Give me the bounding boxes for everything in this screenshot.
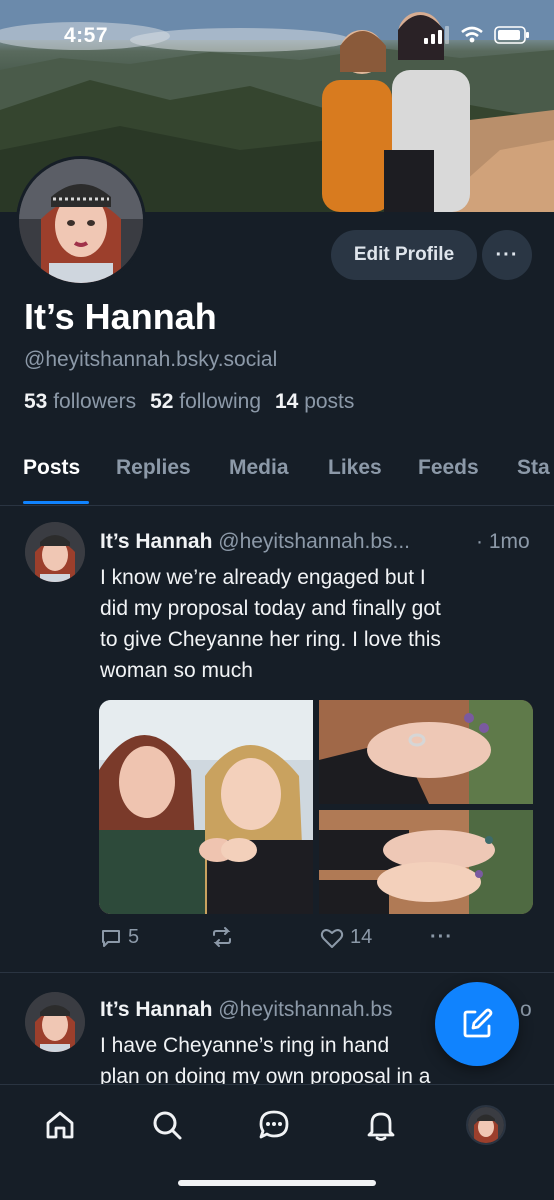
post-text-line: I know we’re already engaged but I <box>100 566 426 589</box>
tab-feeds[interactable]: Feeds <box>418 456 479 480</box>
post-text-line: to give Cheyanne her ring. I love this <box>100 628 441 651</box>
reply-button[interactable]: 5 <box>100 926 139 949</box>
compose-button[interactable] <box>435 982 519 1066</box>
status-icons <box>424 26 530 44</box>
followers-stat[interactable]: 53 followers <box>24 390 136 414</box>
nav-notifications[interactable] <box>361 1105 401 1145</box>
nav-home[interactable] <box>40 1105 80 1145</box>
compose-icon <box>463 1008 493 1038</box>
post-media-grid <box>99 700 533 914</box>
like-button[interactable]: 14 <box>320 926 372 949</box>
post-author-name[interactable]: It’s Hannah <box>100 998 212 1021</box>
post-image[interactable] <box>319 700 533 804</box>
profile-handle: @heyitshannah.bsky.social <box>24 348 278 371</box>
post-header: It’s Hannah @heyitshannah.bs o <box>100 998 532 1022</box>
bell-icon <box>367 1112 395 1141</box>
post-more-button[interactable]: ··· <box>430 926 453 949</box>
more-icon: ··· <box>495 243 519 266</box>
wifi-icon <box>461 26 483 43</box>
avatar-image <box>25 522 85 582</box>
search-icon <box>153 1111 182 1140</box>
post-text-line: woman so much <box>100 659 253 682</box>
edit-profile-button[interactable]: Edit Profile <box>331 230 477 280</box>
tab-starter-packs[interactable]: Sta <box>517 456 550 480</box>
home-indicator <box>178 1180 376 1186</box>
tab-replies[interactable]: Replies <box>116 456 191 480</box>
post-time[interactable]: o <box>520 998 532 1022</box>
post-author-name[interactable]: It’s Hannah <box>100 530 212 553</box>
heart-icon <box>320 928 344 948</box>
nav-chat[interactable] <box>254 1105 294 1145</box>
profile-more-button[interactable]: ··· <box>482 230 532 280</box>
avatar-image <box>25 992 85 1052</box>
reply-count: 5 <box>128 926 140 948</box>
nav-search[interactable] <box>147 1105 187 1145</box>
profile-stats: 53 followers 52 following 14 posts <box>24 390 354 414</box>
post-author-handle[interactable]: @heyitshannah.bs <box>218 998 392 1021</box>
posts-label: posts <box>304 390 355 413</box>
post-time[interactable]: · 1mo <box>476 530 530 554</box>
profile-avatar[interactable] <box>16 156 146 286</box>
repost-icon <box>213 927 231 947</box>
chat-icon <box>259 1110 289 1139</box>
avatar-image <box>19 159 143 283</box>
battery-icon <box>494 26 529 44</box>
display-name: It’s Hannah <box>24 296 217 337</box>
followers-count: 53 <box>24 390 48 413</box>
following-stat[interactable]: 52 following <box>150 390 261 414</box>
like-count: 14 <box>350 926 373 948</box>
signal-icon <box>424 26 449 44</box>
post-text-line: did my proposal today and finally got <box>100 597 441 620</box>
reply-icon <box>102 929 120 947</box>
profile-tabs: Posts Replies Media Likes Feeds Sta <box>0 440 554 506</box>
ring-hand-photo <box>319 700 533 804</box>
post-author-handle[interactable]: @heyitshannah.bs... <box>218 530 410 553</box>
avatar-image <box>468 1107 504 1143</box>
posts-count: 14 <box>275 390 299 413</box>
post-author-avatar[interactable] <box>25 522 85 582</box>
post-header: It’s Hannah @heyitshannah.bs... · 1mo <box>100 530 530 554</box>
tab-likes[interactable]: Likes <box>328 456 382 480</box>
active-tab-indicator <box>23 501 89 504</box>
following-count: 52 <box>150 390 174 413</box>
tab-media[interactable]: Media <box>229 456 289 480</box>
post-actions: 5 14 ··· <box>100 926 520 956</box>
two-hands-photo <box>319 810 533 914</box>
followers-label: followers <box>53 390 137 413</box>
home-icon <box>46 1111 74 1139</box>
tab-posts[interactable]: Posts <box>23 456 80 480</box>
more-icon: ··· <box>430 926 453 948</box>
repost-button[interactable] <box>210 926 240 948</box>
post-image[interactable] <box>319 810 533 914</box>
posts-stat: 14 posts <box>275 390 354 414</box>
post-image[interactable] <box>99 700 313 914</box>
status-time: 4:57 <box>64 24 109 47</box>
couple-photo <box>99 700 313 914</box>
post-text: I know we’re already engaged but I did m… <box>100 562 530 686</box>
following-label: following <box>179 390 261 413</box>
nav-profile-avatar[interactable] <box>466 1105 506 1145</box>
post-divider <box>0 972 554 973</box>
post-author-avatar[interactable] <box>25 992 85 1052</box>
